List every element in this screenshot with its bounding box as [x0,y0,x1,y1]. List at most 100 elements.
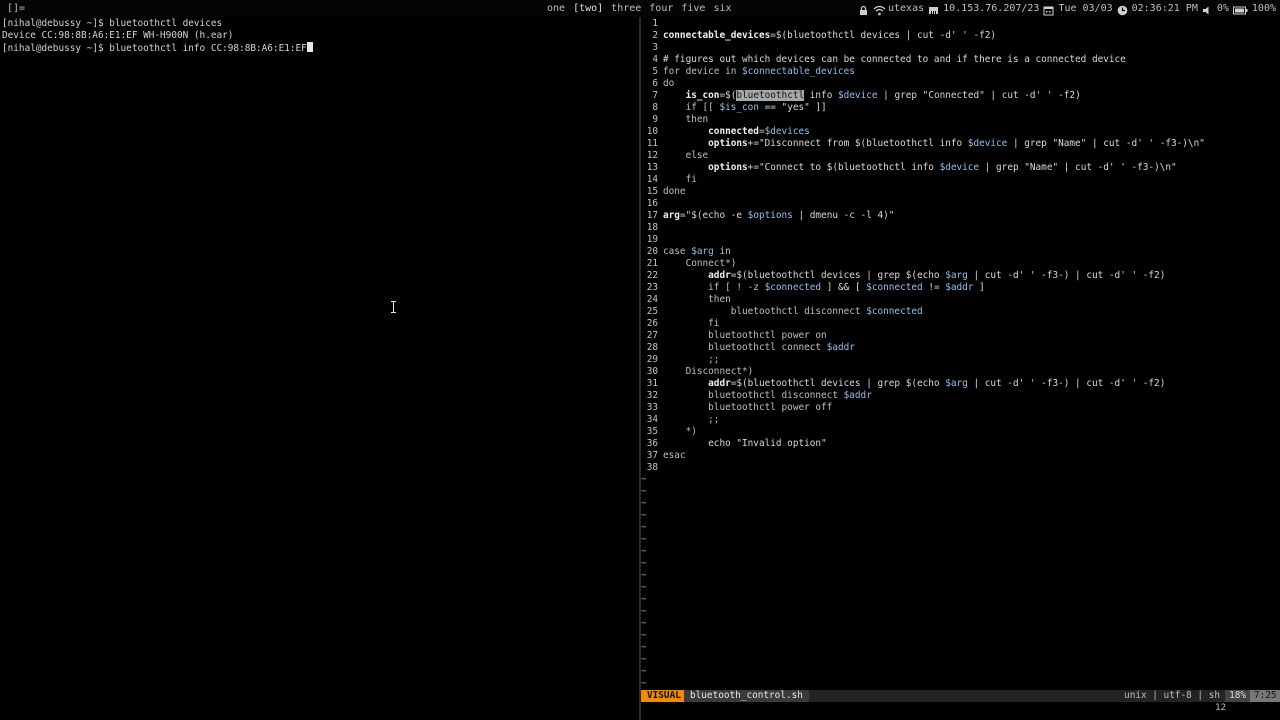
scroll-percent: 18% [1225,690,1250,702]
line-number: 31 [646,378,658,389]
code-line[interactable]: 20 case $arg in [641,246,1280,258]
code-line[interactable]: 15 done [641,186,1280,198]
workspace-5[interactable]: five [681,0,705,17]
code-token: esac [663,450,686,461]
code-token: $arg [945,270,968,281]
mode-indicator: VISUAL [641,690,687,702]
line-number: 24 [646,294,658,305]
line-number: 19 [646,234,658,245]
code-token: Connect*) [685,258,737,269]
volume-icon [1202,5,1213,16]
code-token: == "yes" ]] [758,102,827,113]
code-line[interactable]: 7 is_con=$(bluetoothctl info $device | g… [641,90,1280,102]
workspace-2[interactable]: [two] [573,0,603,17]
code-token: done [663,186,686,197]
code-token: | cut -d' ' -f3-) | cut -d' ' -f2) [967,378,1166,389]
code-line[interactable]: 25 bluetoothctl disconnect $connected [641,306,1280,318]
code-line[interactable]: 21 Connect*) [641,258,1280,270]
code-token: bluetoothctl connect [708,342,827,353]
code-line[interactable]: 37 esac [641,450,1280,462]
tilde-marker: ~ [641,474,647,485]
code-line[interactable]: 12 else [641,150,1280,162]
code-line[interactable]: 35 *) [641,426,1280,438]
code-line[interactable]: 27 bluetoothctl power on [641,330,1280,342]
code-token: options [708,162,748,173]
vim-command-line[interactable]: 12 [641,702,1280,714]
code-line[interactable]: 19 [641,234,1280,246]
code-text: ;; [658,354,719,366]
status-area: utexas 10.153.76.207/23 Tue 03/03 02:36:… [858,0,1276,17]
code-line[interactable]: 8 if [[ $is_con == "yes" ]] [641,102,1280,114]
line-number: 7 [652,90,658,101]
workspace-3[interactable]: three [611,0,641,17]
code-line[interactable]: 16 [641,198,1280,210]
empty-line-marker: ~ [641,510,1280,522]
tilde-marker: ~ [641,558,647,569]
terminal-pane[interactable]: [nihal@debussy ~]$ bluetoothctl devices … [0,17,638,720]
code-line[interactable]: 29 ;; [641,354,1280,366]
code-text: else [658,150,709,162]
battery-text: 100% [1251,3,1276,14]
code-line[interactable]: 6 do [641,78,1280,90]
code-line[interactable]: 22 addr=$(bluetoothctl devices | grep $(… [641,270,1280,282]
code-token: fi [685,174,697,185]
code-line[interactable]: 14 fi [641,174,1280,186]
code-line[interactable]: 17 arg="$(echo -e $options | dmenu -c -l … [641,210,1280,222]
code-line[interactable]: 3 [641,42,1280,54]
line-number: 22 [646,270,658,281]
code-line[interactable]: 28 bluetoothctl connect $addr [641,342,1280,354]
code-line[interactable]: 33 bluetoothctl power off [641,402,1280,414]
code-line[interactable]: 38 [641,462,1280,474]
code-line[interactable]: 9 then [641,114,1280,126]
code-token: arg [663,210,680,221]
empty-line-marker: ~ [641,534,1280,546]
code-line[interactable]: 34 ;; [641,414,1280,426]
code-token: info [804,90,838,101]
code-line[interactable]: 30 Disconnect*) [641,366,1280,378]
code-text: connected=$devices [658,126,810,138]
code-line[interactable]: 4 # figures out which devices can be conn… [641,54,1280,66]
code-token: | cut -d' ' -f3-) | cut -d' ' -f2) [967,270,1166,281]
workspace-1[interactable]: one [547,0,565,17]
code-line[interactable]: 23 if [ ! -z $connected ] && [ $connecte… [641,282,1280,294]
code-token: is_con [685,90,720,101]
code-line[interactable]: 26 fi [641,318,1280,330]
workspace-6[interactable]: six [713,0,731,17]
code-line[interactable]: 13 options+="Connect to $(bluetoothctl i… [641,162,1280,174]
code-text: then [658,294,731,306]
layout-indicator[interactable]: []= [7,0,25,17]
code-line[interactable]: 5 for device in $connectable_devices [641,66,1280,78]
workspace-4[interactable]: four [649,0,673,17]
code-text: is_con=$(bluetoothctl info $device | gre… [658,90,1081,102]
empty-line-marker: ~ [641,654,1280,666]
code-line[interactable]: 10 connected=$devices [641,126,1280,138]
vim-editor-pane[interactable]: 1 2 connectable_devices=$(bluetoothctl dev… [641,17,1280,690]
empty-line-marker: ~ [641,486,1280,498]
empty-line-marker: ~ [641,606,1280,618]
code-text: Disconnect*) [658,366,754,378]
code-text: echo "Invalid option" [658,438,827,450]
line-number: 6 [652,78,658,89]
code-text: bluetoothctl disconnect $connected [658,306,923,318]
code-line[interactable]: 36 echo "Invalid option" [641,438,1280,450]
code-line[interactable]: 11 options+="Disconnect from $(bluetooth… [641,138,1280,150]
tilde-marker: ~ [641,594,647,605]
code-text: bluetoothctl power off [658,402,832,414]
code-token: for device in [663,66,743,77]
code-line[interactable]: 32 bluetoothctl disconnect $addr [641,390,1280,402]
code-text: if [[ $is_con == "yes" ]] [658,102,827,114]
code-line[interactable]: 24 then [641,294,1280,306]
code-line[interactable]: 2 connectable_devices=$(bluetoothctl devi… [641,30,1280,42]
code-token: $addr [843,390,872,401]
code-line[interactable]: 1 [641,18,1280,30]
code-text: Connect*) [658,258,737,270]
code-line[interactable]: 31 addr=$(bluetoothctl devices | grep $(… [641,378,1280,390]
code-line[interactable]: 18 [641,222,1280,234]
code-text: addr=$(bluetoothctl devices | grep $(ech… [658,378,1165,390]
tilde-marker: ~ [641,630,647,641]
code-token: $connectable_devices [742,66,855,77]
code-token: $is_con [719,102,759,113]
